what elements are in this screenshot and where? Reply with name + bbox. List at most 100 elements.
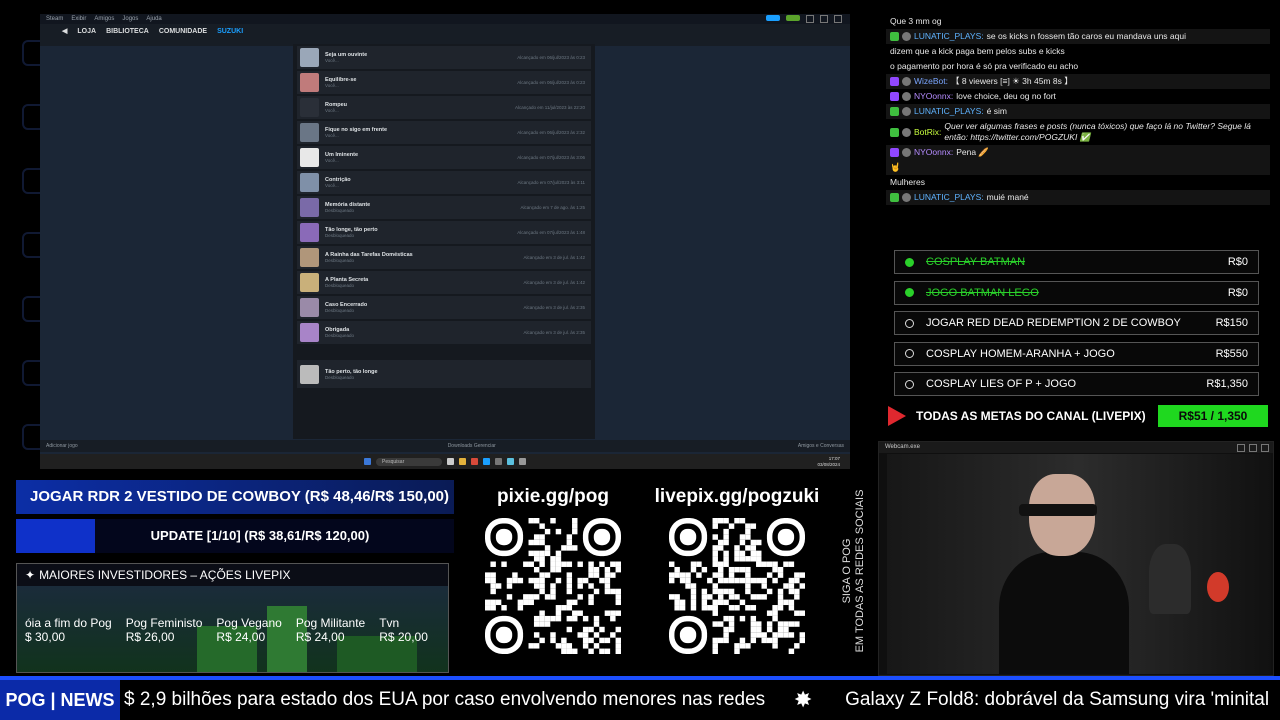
chat-message: WizeBot: 【 8 viewers [≡] ☀ 3h 45m 8s 】 (886, 74, 1270, 89)
achievement-row[interactable]: A Planta Secreta Desbloqueado Alcançado … (297, 271, 591, 294)
chat-text: love choice, deu og no fort (956, 91, 1056, 101)
achievement-icon (300, 323, 319, 342)
chat-message: Mulheres (886, 175, 1270, 190)
achievement-desc: Desbloqueado (325, 374, 355, 380)
achievement-row[interactable]: Contrição Você... Alcançado em 07/jul/20… (297, 171, 591, 194)
goal-item: JOGAR RED DEAD REDEMPTION 2 DE COWBOY R$… (894, 311, 1259, 335)
taskbar-search[interactable]: Pesquisar (376, 457, 442, 466)
chat-text: dizem que a kick paga bem pelos subs e k… (890, 46, 1065, 56)
goal-price: R$0 (1227, 286, 1248, 299)
achievement-date: Alcançado em 3 de jul. às 2:35 (523, 305, 585, 310)
achievement-row[interactable]: Obrigada Desbloqueado Alcançado em 3 de … (297, 321, 591, 344)
webcam-titlebar: Webcam.exe (879, 442, 1273, 453)
goal-label: JOGO BATMAN LEGO (926, 286, 1039, 299)
achievement-row[interactable]: Um Iminente Você... Alcançado em 07/jul/… (297, 146, 591, 169)
investor-item: Pog Vegano R$ 24,00 (216, 616, 281, 644)
chat-text: Mulheres (890, 177, 925, 187)
wallet-pill[interactable] (786, 15, 800, 21)
friends-chat-button[interactable]: Amigos e Conversas (798, 443, 844, 449)
kick-badge-icon (890, 32, 899, 41)
taskview-icon[interactable] (447, 458, 454, 465)
chat-username[interactable]: WizeBot: (914, 76, 948, 87)
achievement-desc: Você... (325, 83, 339, 88)
achievement-icon (300, 73, 319, 92)
nav-community[interactable]: COMUNIDADE (159, 28, 207, 35)
achievement-icon (300, 48, 319, 67)
notification-pill[interactable] (766, 15, 780, 21)
investor-name: Pog Militante (295, 616, 366, 630)
chat-text: é sim (986, 106, 1007, 116)
achievement-date: Alcançado em 3 de jul. às 1:42 (523, 255, 585, 260)
follow-social-text: SIGA O POG EM TODAS AS REDES SOCIAIS (836, 480, 872, 665)
goal-price: R$1,350 (1206, 378, 1248, 390)
app-icon[interactable] (519, 458, 526, 465)
clock-date: 03/08/2024 (817, 461, 840, 467)
achievement-desc: Desbloqueado (325, 258, 355, 263)
steam-icon[interactable] (483, 458, 490, 465)
maximize-icon[interactable] (820, 15, 828, 23)
goal-price: R$0 (1227, 256, 1248, 268)
achievement-row[interactable]: Tão perto, tão longe Desbloqueado (297, 360, 591, 388)
goal-price: R$150 (1215, 317, 1248, 329)
chat-username[interactable]: BotRix: (914, 127, 941, 138)
chat-username[interactable]: LUNATIC_PLAYS: (914, 192, 984, 203)
chrome-icon[interactable] (471, 458, 478, 465)
chat-username[interactable]: LUNATIC_PLAYS: (914, 31, 984, 42)
figurine (1149, 544, 1191, 614)
goal-price: R$550 (1215, 347, 1248, 360)
steam-nav: ◀ LOJA BIBLIOTECA COMUNIDADE SUZUKI (40, 24, 850, 38)
nav-store[interactable]: LOJA (77, 28, 96, 35)
nav-user[interactable]: SUZUKI (217, 28, 243, 35)
achievement-icon (300, 273, 319, 292)
investor-value: R$ 26,00 (125, 630, 175, 644)
chat-message: NYOonnx: Pena 🥖 (886, 145, 1270, 160)
goal-item: COSPLAY LIES OF P + JOGO R$1,350 (894, 372, 1259, 396)
investor-item: Tvn R$ 20,00 (379, 616, 428, 644)
menu-steam[interactable]: Steam (46, 16, 63, 22)
stream-chat: Que 3 mm og LUNATIC_PLAYS: se os kicks n f… (886, 14, 1270, 240)
achievement-row[interactable]: Equilibre-se Você... Alcançado em 06/jul… (297, 71, 591, 94)
minimize-icon (1237, 444, 1245, 452)
follow-line-1: SIGA O POG (841, 538, 853, 604)
explorer-icon[interactable] (459, 458, 466, 465)
achievement-row[interactable]: A Rainha das Tarefas Domésticas Desbloqu… (297, 246, 591, 269)
check-circle-icon (905, 288, 914, 297)
check-circle-icon (905, 257, 914, 267)
achievement-row[interactable]: Caso Encerrado Desbloqueado Alcançado em… (297, 296, 591, 319)
achievement-date: Alcançado em 7 de ago. às 1:25 (520, 205, 585, 210)
avatar (902, 107, 911, 116)
investor-value: $ 30,00 (25, 630, 66, 644)
app-icon[interactable] (495, 458, 502, 465)
windows-start-icon[interactable] (364, 458, 371, 465)
achievement-icon (300, 173, 319, 192)
add-game-button[interactable]: Adicionar jogo (46, 443, 78, 449)
achievement-row[interactable]: Seja um ouvinte Você... Alcançado em 06/… (297, 46, 591, 69)
menu-help[interactable]: Ajuda (146, 16, 161, 22)
captured-screen: Steam Exibir Amigos Jogos Ajuda ◀ LOJA B… (40, 14, 850, 469)
minimize-icon[interactable] (806, 15, 814, 23)
chat-username[interactable]: NYOonnx: (914, 147, 953, 158)
goal-item: COSPLAY BATMAN R$0 (894, 250, 1259, 274)
downloads-button[interactable]: Downloads Gerenciar (448, 443, 496, 449)
achievement-desc: Você... (325, 133, 339, 138)
menu-friends[interactable]: Amigos (94, 16, 114, 22)
menu-view[interactable]: Exibir (71, 16, 86, 22)
achievement-row[interactable]: Tão longe, tão perto Desbloqueado Alcanç… (297, 221, 591, 244)
app-icon[interactable] (507, 458, 514, 465)
achievement-icon (300, 223, 319, 242)
nav-library[interactable]: BIBLIOTECA (106, 28, 149, 35)
taskbar-clock[interactable]: 17:07 03/08/2024 (817, 456, 840, 467)
streamer (999, 474, 1129, 674)
achievement-icon (300, 248, 319, 267)
close-icon[interactable] (834, 15, 842, 23)
achievement-row[interactable]: Rompeu Você... Alcançado em 11/jul/2023 … (297, 96, 591, 119)
achievement-row[interactable]: Memória distante Desbloqueado Alcançado … (297, 196, 591, 219)
chat-username[interactable]: LUNATIC_PLAYS: (914, 106, 984, 117)
menu-games[interactable]: Jogos (122, 16, 138, 22)
chat-username[interactable]: NYOonnx: (914, 91, 953, 102)
achievement-row[interactable]: Fique no sigo em frente Você... Alcançad… (297, 121, 591, 144)
chat-message: NYOonnx: love choice, deu og no fort (886, 89, 1270, 104)
back-icon[interactable]: ◀ (62, 27, 67, 35)
maximize-icon (1249, 444, 1257, 452)
achievements-list: Seja um ouvinte Você... Alcançado em 06/… (293, 44, 595, 439)
